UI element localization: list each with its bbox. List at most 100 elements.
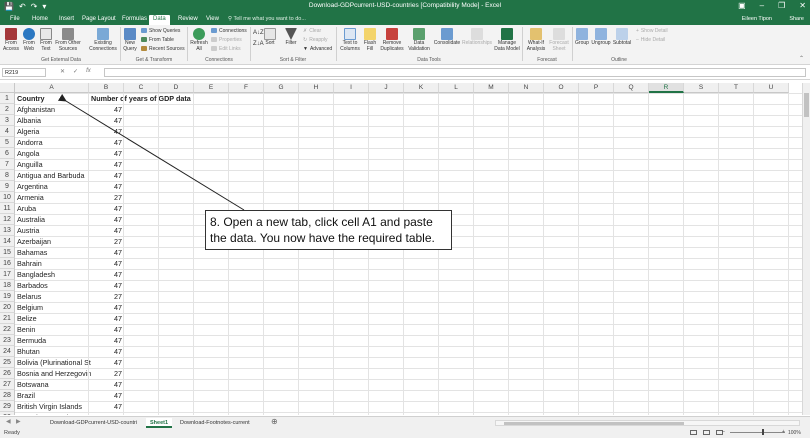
edit-links-button[interactable]: Edit Links xyxy=(211,45,241,52)
column-header-l[interactable]: L xyxy=(439,83,474,93)
row-header[interactable]: 9 xyxy=(0,181,15,192)
formula-input[interactable] xyxy=(104,68,806,77)
years-cell[interactable]: 27 xyxy=(89,291,124,302)
row-header[interactable]: 19 xyxy=(0,291,15,302)
row-header[interactable]: 7 xyxy=(0,159,15,170)
tab-insert[interactable]: Insert xyxy=(55,15,78,25)
insert-function-icon[interactable]: fx xyxy=(86,68,91,75)
sheet-tab-footnotes[interactable]: Download-Footnotes-current xyxy=(176,418,254,428)
advanced-button[interactable]: ▼ Advanced xyxy=(303,45,332,52)
row-header[interactable]: 23 xyxy=(0,335,15,346)
tab-home[interactable]: Home xyxy=(28,15,52,25)
column-header-q[interactable]: Q xyxy=(614,83,649,93)
text-to-columns-button[interactable]: Text to Columns xyxy=(338,28,362,52)
user-name[interactable]: Eileen Tipon xyxy=(742,16,772,22)
row-header[interactable]: 4 xyxy=(0,126,15,137)
sort-button[interactable]: Sort xyxy=(263,28,277,47)
row-header[interactable]: 25 xyxy=(0,357,15,368)
hide-detail-button[interactable]: – Hide Detail xyxy=(636,36,665,43)
column-header-k[interactable]: K xyxy=(404,83,439,93)
minimize-icon[interactable]: – xyxy=(760,1,764,10)
country-cell[interactable]: Belarus xyxy=(15,291,91,302)
country-cell[interactable]: Albania xyxy=(15,115,91,126)
add-sheet-icon[interactable]: ⊕ xyxy=(271,417,278,426)
zoom-out-icon[interactable]: – xyxy=(722,429,725,435)
close-icon[interactable]: ✕ xyxy=(799,1,806,10)
column-header-b[interactable]: B xyxy=(89,83,124,93)
from-web-button[interactable]: From Web xyxy=(20,28,38,52)
country-cell[interactable]: Bhutan xyxy=(15,346,91,357)
data-validation-button[interactable]: Data Validation xyxy=(407,28,431,52)
years-cell[interactable]: 47 xyxy=(89,280,124,291)
from-text-button[interactable]: From Text xyxy=(38,28,54,52)
row-header[interactable]: 24 xyxy=(0,346,15,357)
row-header[interactable]: 5 xyxy=(0,137,15,148)
years-cell[interactable]: 47 xyxy=(89,104,124,115)
select-all-corner[interactable] xyxy=(0,83,15,93)
country-cell[interactable]: Brunei Darussalam xyxy=(15,412,91,415)
relationships-button[interactable]: Relationships xyxy=(461,28,493,47)
column-header-t[interactable]: T xyxy=(719,83,754,93)
country-cell[interactable]: Afghanistan xyxy=(15,104,91,115)
tell-me-search[interactable]: ⚲ Tell me what you want to do... xyxy=(228,16,306,22)
years-cell[interactable]: 47 xyxy=(89,170,124,181)
row-header[interactable]: 12 xyxy=(0,214,15,225)
consolidate-button[interactable]: Consolidate xyxy=(432,28,462,47)
reapply-button[interactable]: ↻ Reapply xyxy=(303,36,328,43)
name-box[interactable]: R219 xyxy=(2,68,46,77)
show-queries-button[interactable]: Show Queries xyxy=(141,27,180,34)
years-cell[interactable]: 47 xyxy=(89,357,124,368)
cell-b1-header[interactable]: Number of years of GDP data xyxy=(89,93,199,104)
country-cell[interactable]: Andorra xyxy=(15,137,91,148)
years-cell[interactable]: 47 xyxy=(89,346,124,357)
column-header-n[interactable]: N xyxy=(509,83,544,93)
country-cell[interactable]: Barbados xyxy=(15,280,91,291)
row-header[interactable]: 3 xyxy=(0,115,15,126)
column-header-i[interactable]: I xyxy=(334,83,369,93)
from-other-sources-button[interactable]: From Other Sources xyxy=(54,28,82,52)
years-cell[interactable]: 47 xyxy=(89,247,124,258)
row-header[interactable]: 17 xyxy=(0,269,15,280)
country-cell[interactable]: Bermuda xyxy=(15,335,91,346)
country-cell[interactable]: Brazil xyxy=(15,390,91,401)
years-cell[interactable]: 47 xyxy=(89,379,124,390)
country-cell[interactable]: Bahamas xyxy=(15,247,91,258)
scroll-tabs-left-icon[interactable]: ◀ xyxy=(6,418,11,425)
share-button[interactable]: Share xyxy=(789,16,804,22)
row-header[interactable]: 27 xyxy=(0,379,15,390)
years-cell[interactable]: 27 xyxy=(89,368,124,379)
years-cell[interactable]: 47 xyxy=(89,269,124,280)
years-cell[interactable]: 47 xyxy=(89,159,124,170)
sheet-tab-sheet1[interactable]: Sheet1 xyxy=(146,418,173,428)
column-header-f[interactable]: F xyxy=(229,83,264,93)
row-header[interactable]: 18 xyxy=(0,280,15,291)
years-cell[interactable]: 47 xyxy=(89,313,124,324)
connections-button[interactable]: Connections xyxy=(211,27,247,34)
country-cell[interactable]: Botswana xyxy=(15,379,91,390)
column-header-h[interactable]: H xyxy=(299,83,334,93)
years-cell[interactable]: 47 xyxy=(89,181,124,192)
row-header[interactable]: 8 xyxy=(0,170,15,181)
remove-duplicates-button[interactable]: Remove Duplicates xyxy=(378,28,406,52)
years-cell[interactable]: 47 xyxy=(89,148,124,159)
row-header[interactable]: 16 xyxy=(0,258,15,269)
column-header-d[interactable]: D xyxy=(159,83,194,93)
country-cell[interactable]: Austria xyxy=(15,225,91,236)
row-header[interactable]: 20 xyxy=(0,302,15,313)
country-cell[interactable]: Anguilla xyxy=(15,159,91,170)
zoom-slider[interactable] xyxy=(730,432,785,433)
years-cell[interactable]: 47 xyxy=(89,225,124,236)
years-cell[interactable]: 27 xyxy=(89,192,124,203)
tab-file[interactable]: File xyxy=(6,15,24,25)
row-header[interactable]: 2 xyxy=(0,104,15,115)
from-access-button[interactable]: From Access xyxy=(2,28,20,52)
tab-page-layout[interactable]: Page Layout xyxy=(78,15,120,25)
cell-a1-header[interactable]: Country xyxy=(15,93,91,104)
years-cell[interactable]: 47 xyxy=(89,324,124,335)
page-layout-view-icon[interactable] xyxy=(703,430,710,435)
column-header-o[interactable]: O xyxy=(544,83,579,93)
tab-review[interactable]: Review xyxy=(174,15,202,25)
zoom-slider-knob[interactable] xyxy=(762,429,764,435)
sheet-tab-gdp[interactable]: Download-GDPcurrent-USD-countri xyxy=(46,418,141,428)
column-header-p[interactable]: P xyxy=(579,83,614,93)
